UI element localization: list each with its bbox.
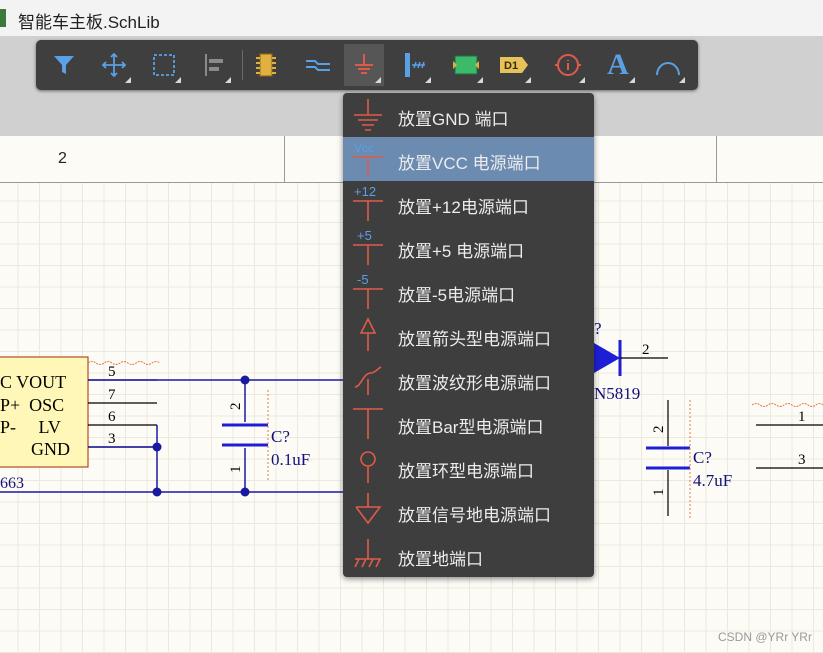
- pin-number: 7: [108, 387, 116, 403]
- pin-label: P- LV: [0, 417, 61, 437]
- menu-item-label: 放置环型电源端口: [398, 462, 534, 481]
- arrow-port-icon: [359, 317, 377, 351]
- svg-text:-5: -5: [357, 272, 369, 287]
- menu-item-circle[interactable]: 放置环型电源端口: [343, 445, 594, 489]
- svg-text:+12: +12: [354, 184, 376, 199]
- pin-number: 1: [798, 409, 806, 425]
- pin-number: 1: [651, 489, 667, 497]
- minus5-port-icon: -5: [353, 272, 383, 309]
- power-port-menu: 放置GND 端口 Vcc 放置VCC 电源端口 +12 放置+12电源端口 +5…: [343, 93, 594, 577]
- pin-number: 2: [642, 342, 650, 358]
- menu-item-vcc[interactable]: Vcc 放置VCC 电源端口: [343, 137, 594, 181]
- vcc-port-icon: Vcc: [353, 141, 383, 177]
- bar-port-icon: [353, 408, 383, 439]
- ic-designator: 663: [0, 475, 24, 492]
- diode-part: N5819: [594, 384, 640, 403]
- wave-port-icon: [354, 366, 382, 395]
- menu-item-label: 放置+12电源端口: [398, 198, 529, 217]
- menu-item-signal-ground[interactable]: 放置信号地电源端口: [343, 489, 594, 533]
- plus5-port-icon: +5: [353, 228, 383, 265]
- menu-item-label: 放置箭头型电源端口: [398, 330, 551, 349]
- menu-item-label: 放置-5电源端口: [398, 286, 516, 305]
- pin-number: 5: [108, 364, 116, 380]
- menu-item-wave[interactable]: 放置波纹形电源端口: [343, 357, 594, 401]
- menu-item-arrow[interactable]: 放置箭头型电源端口: [343, 313, 594, 357]
- pin-label: C VOUT: [0, 372, 66, 392]
- diode-designator: ?: [594, 319, 602, 338]
- earth-port-icon: [354, 539, 381, 568]
- capacitor-c2[interactable]: C? 4.7uF 2 1: [646, 400, 732, 520]
- pin-number: 6: [108, 409, 116, 425]
- plus12-port-icon: +12: [353, 184, 383, 221]
- pin-number: 1: [228, 466, 244, 474]
- pin-number: 3: [798, 452, 806, 468]
- menu-item-label: 放置信号地电源端口: [398, 506, 551, 525]
- svg-text:+5: +5: [357, 228, 372, 243]
- menu-item-plus12[interactable]: +12 放置+12电源端口: [343, 181, 594, 225]
- cap-designator: C?: [271, 427, 290, 446]
- menu-item-gnd[interactable]: 放置GND 端口: [343, 93, 594, 137]
- capacitor-c1[interactable]: C? 0.1uF 2 1: [222, 390, 310, 480]
- circle-port-icon: [360, 451, 376, 483]
- pin-label: P+ OSC: [0, 395, 64, 415]
- menu-item-label: 放置Bar型电源端口: [398, 418, 544, 437]
- menu-item-plus5[interactable]: +5 放置+5 电源端口: [343, 225, 594, 269]
- cap-value: 4.7uF: [693, 471, 732, 490]
- pin-label: GND: [31, 439, 70, 459]
- menu-item-label: 放置波纹形电源端口: [398, 374, 551, 393]
- cap-value: 0.1uF: [271, 450, 310, 469]
- menu-item-earth[interactable]: 放置地端口: [343, 533, 594, 577]
- pin-number: 3: [108, 431, 116, 447]
- signal-ground-icon: [355, 493, 382, 525]
- menu-item-bar[interactable]: 放置Bar型电源端口: [343, 401, 594, 445]
- svg-text:Vcc: Vcc: [354, 141, 374, 155]
- diode[interactable]: ? N5819 2: [594, 319, 668, 403]
- pin-number: 2: [651, 426, 667, 434]
- cap-designator: C?: [693, 448, 712, 467]
- menu-item-label: 放置地端口: [398, 550, 483, 569]
- menu-item-minus5[interactable]: -5 放置-5电源端口: [343, 269, 594, 313]
- pin-number: 2: [228, 403, 244, 411]
- watermark: CSDN @YRr YRr: [718, 630, 812, 644]
- menu-item-label: 放置+5 电源端口: [398, 242, 525, 261]
- menu-item-label: 放置GND 端口: [398, 110, 509, 129]
- menu-item-label: 放置VCC 电源端口: [398, 154, 541, 173]
- gnd-port-icon: [354, 99, 382, 131]
